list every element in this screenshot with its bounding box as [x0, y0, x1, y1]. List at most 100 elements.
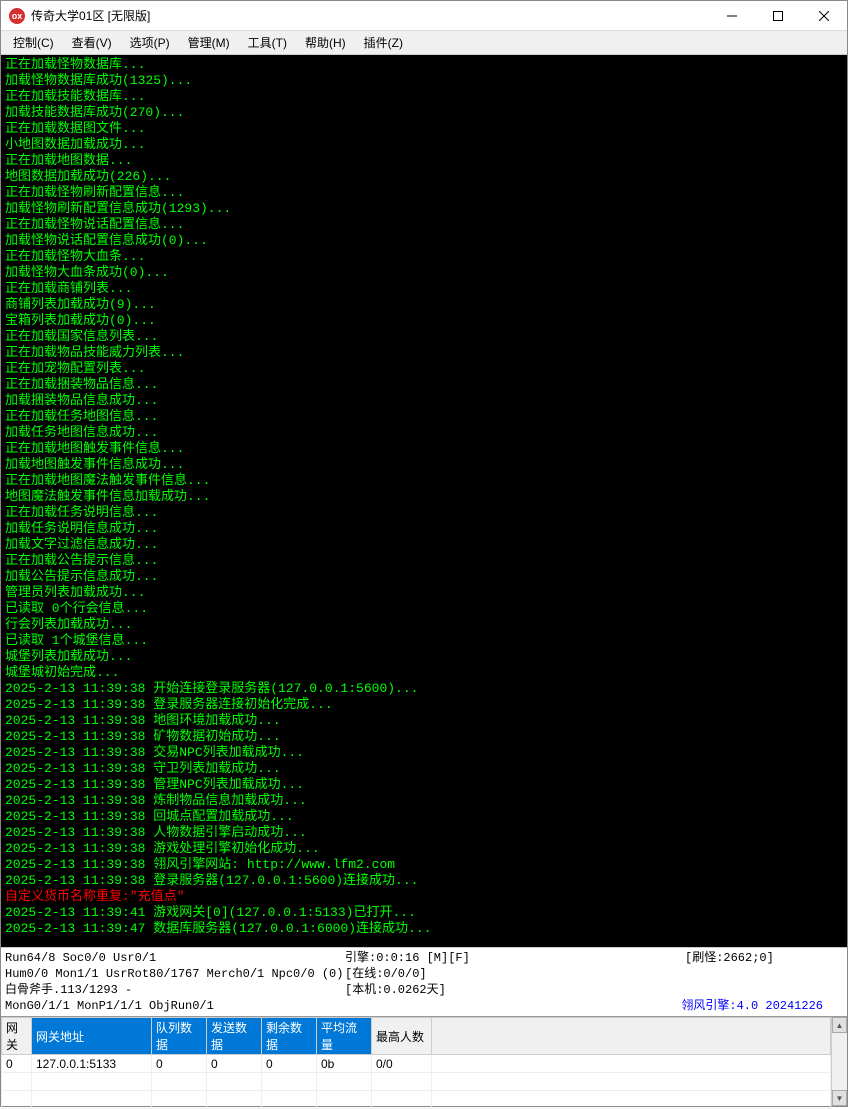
log-line: 城堡列表加载成功...	[5, 649, 843, 665]
grid-header[interactable]: 平均流量	[317, 1018, 372, 1055]
status-run: Run64/8 Soc0/0 Usr0/1	[5, 950, 345, 966]
gateway-table[interactable]: 网关网关地址队列数据发送数据剩余数据平均流量最高人数 0127.0.0.1:51…	[1, 1017, 831, 1109]
log-line: 2025-2-13 11:39:38 登录服务器(127.0.0.1:5600)…	[5, 873, 843, 889]
grid-header[interactable]: 发送数据	[207, 1018, 262, 1055]
log-line: 行会列表加载成功...	[5, 617, 843, 633]
status-local: [本机:0.0262天]	[345, 982, 446, 998]
status-hum: Hum0/0 Mon1/1 UsrRot80/1767 Merch0/1 Npc…	[5, 966, 345, 982]
menu-help[interactable]: 帮助(H)	[297, 32, 354, 53]
log-line: 2025-2-13 11:39:38 矿物数据初始成功...	[5, 729, 843, 745]
log-line: 2025-2-13 11:39:47 数据库服务器(127.0.0.1:6000…	[5, 921, 843, 937]
table-row[interactable]: 0127.0.0.1:51330000b0/0	[2, 1055, 831, 1073]
log-line: 加载技能数据库成功(270)...	[5, 105, 843, 121]
log-line: 城堡城初始完成...	[5, 665, 843, 681]
log-console[interactable]: 正在加载怪物数据库...加载怪物数据库成功(1325)...正在加载技能数据库.…	[1, 55, 847, 947]
log-line: 加载任务说明信息成功...	[5, 521, 843, 537]
minimize-button[interactable]	[709, 1, 755, 31]
app-window: ox 传奇大学01区 [无限版] 控制(C) 查看(V) 选项(P) 管理(M)…	[0, 0, 848, 1107]
grid-scrollbar[interactable]: ▲ ▼	[831, 1017, 847, 1106]
log-line: 正在加载怪物大血条...	[5, 249, 843, 265]
grid-header[interactable]: 网关地址	[32, 1018, 152, 1055]
grid-cell: 0b	[317, 1055, 372, 1073]
log-line: 小地图数据加载成功...	[5, 137, 843, 153]
log-line: 2025-2-13 11:39:41 游戏网关[0](127.0.0.1:513…	[5, 905, 843, 921]
log-line: 正在加载国家信息列表...	[5, 329, 843, 345]
log-line: 2025-2-13 11:39:38 管理NPC列表加载成功...	[5, 777, 843, 793]
close-button[interactable]	[801, 1, 847, 31]
log-line: 2025-2-13 11:39:38 守卫列表加载成功...	[5, 761, 843, 777]
status-engine-time: 引擎:0:0:16 [M][F]	[345, 950, 685, 966]
grid-header[interactable]: 剩余数据	[262, 1018, 317, 1055]
log-line: 正在加载地图魔法触发事件信息...	[5, 473, 843, 489]
menu-manage[interactable]: 管理(M)	[180, 32, 238, 53]
log-line: 2025-2-13 11:39:38 登录服务器连接初始化完成...	[5, 697, 843, 713]
log-line: 加载地图触发事件信息成功...	[5, 457, 843, 473]
grid-header[interactable]: 队列数据	[152, 1018, 207, 1055]
log-line: 正在加载怪物说话配置信息...	[5, 217, 843, 233]
log-line: 已读取 0个行会信息...	[5, 601, 843, 617]
titlebar[interactable]: ox 传奇大学01区 [无限版]	[1, 1, 847, 31]
log-line: 加载怪物大血条成功(0)...	[5, 265, 843, 281]
log-line: 已读取 1个城堡信息...	[5, 633, 843, 649]
log-line: 加载怪物数据库成功(1325)...	[5, 73, 843, 89]
grid-header-spacer	[432, 1018, 831, 1055]
log-line: 2025-2-13 11:39:38 翎风引擎网站: http://www.lf…	[5, 857, 843, 873]
menu-plugins[interactable]: 插件(Z)	[356, 32, 411, 53]
gateway-grid-panel: 网关网关地址队列数据发送数据剩余数据平均流量最高人数 0127.0.0.1:51…	[1, 1016, 847, 1106]
scroll-up-icon[interactable]: ▲	[832, 1017, 847, 1033]
log-line: 正在加载地图数据...	[5, 153, 843, 169]
grid-cell: 0	[262, 1055, 317, 1073]
log-line: 2025-2-13 11:39:38 地图环境加载成功...	[5, 713, 843, 729]
scroll-down-icon[interactable]: ▼	[832, 1090, 847, 1106]
log-line: 正在加宠物配置列表...	[5, 361, 843, 377]
menu-tools[interactable]: 工具(T)	[240, 32, 295, 53]
log-line: 地图数据加载成功(226)...	[5, 169, 843, 185]
log-line: 正在加载怪物刷新配置信息...	[5, 185, 843, 201]
log-line: 地图魔法触发事件信息加载成功...	[5, 489, 843, 505]
log-line: 正在加载怪物数据库...	[5, 57, 843, 73]
app-icon: ox	[9, 8, 25, 24]
grid-cell: 127.0.0.1:5133	[32, 1055, 152, 1073]
log-line: 加载怪物说话配置信息成功(0)...	[5, 233, 843, 249]
status-mob-refresh: [刷怪:2662;0]	[685, 950, 774, 966]
log-line: 自定义货币名称重复:"充值点"	[5, 889, 843, 905]
log-line: 宝箱列表加载成功(0)...	[5, 313, 843, 329]
log-line: 加载任务地图信息成功...	[5, 425, 843, 441]
status-engine-version: 翎风引擎:4.0 20241226	[214, 998, 843, 1014]
menu-options[interactable]: 选项(P)	[122, 32, 178, 53]
grid-cell: 0/0	[372, 1055, 432, 1073]
log-line: 正在加载技能数据库...	[5, 89, 843, 105]
log-line: 2025-2-13 11:39:38 交易NPC列表加载成功...	[5, 745, 843, 761]
grid-header[interactable]: 最高人数	[372, 1018, 432, 1055]
status-online: [在线:0/0/0]	[345, 966, 427, 982]
menu-control[interactable]: 控制(C)	[5, 32, 62, 53]
maximize-button[interactable]	[755, 1, 801, 31]
status-panel: Run64/8 Soc0/0 Usr0/1 引擎:0:0:16 [M][F] […	[1, 947, 847, 1016]
log-line: 2025-2-13 11:39:38 回城点配置加载成功...	[5, 809, 843, 825]
window-title: 传奇大学01区 [无限版]	[31, 7, 709, 24]
log-line: 正在加载数据图文件...	[5, 121, 843, 137]
grid-cell: 0	[2, 1055, 32, 1073]
log-line: 商铺列表加载成功(9)...	[5, 297, 843, 313]
log-line: 2025-2-13 11:39:38 游戏处理引擎初始化成功...	[5, 841, 843, 857]
log-line: 2025-2-13 11:39:38 人物数据引擎启动成功...	[5, 825, 843, 841]
log-line: 加载公告提示信息成功...	[5, 569, 843, 585]
log-line: 正在加载捆装物品信息...	[5, 377, 843, 393]
grid-cell: 0	[152, 1055, 207, 1073]
log-line: 正在加载任务说明信息...	[5, 505, 843, 521]
log-line: 正在加载商铺列表...	[5, 281, 843, 297]
log-line: 正在加载地图触发事件信息...	[5, 441, 843, 457]
menubar: 控制(C) 查看(V) 选项(P) 管理(M) 工具(T) 帮助(H) 插件(Z…	[1, 31, 847, 55]
status-mong: MonG0/1/1 MonP1/1/1 ObjRun0/1	[5, 998, 214, 1014]
grid-cell: 0	[207, 1055, 262, 1073]
log-line: 加载文字过滤信息成功...	[5, 537, 843, 553]
log-line: 正在加载任务地图信息...	[5, 409, 843, 425]
status-mob-name: 白骨斧手.113/1293 -	[5, 982, 345, 998]
table-row-empty	[2, 1073, 831, 1091]
grid-header[interactable]: 网关	[2, 1018, 32, 1055]
menu-view[interactable]: 查看(V)	[64, 32, 120, 53]
table-row-empty	[2, 1091, 831, 1109]
window-controls	[709, 1, 847, 31]
log-line: 正在加载公告提示信息...	[5, 553, 843, 569]
log-line: 管理员列表加载成功...	[5, 585, 843, 601]
